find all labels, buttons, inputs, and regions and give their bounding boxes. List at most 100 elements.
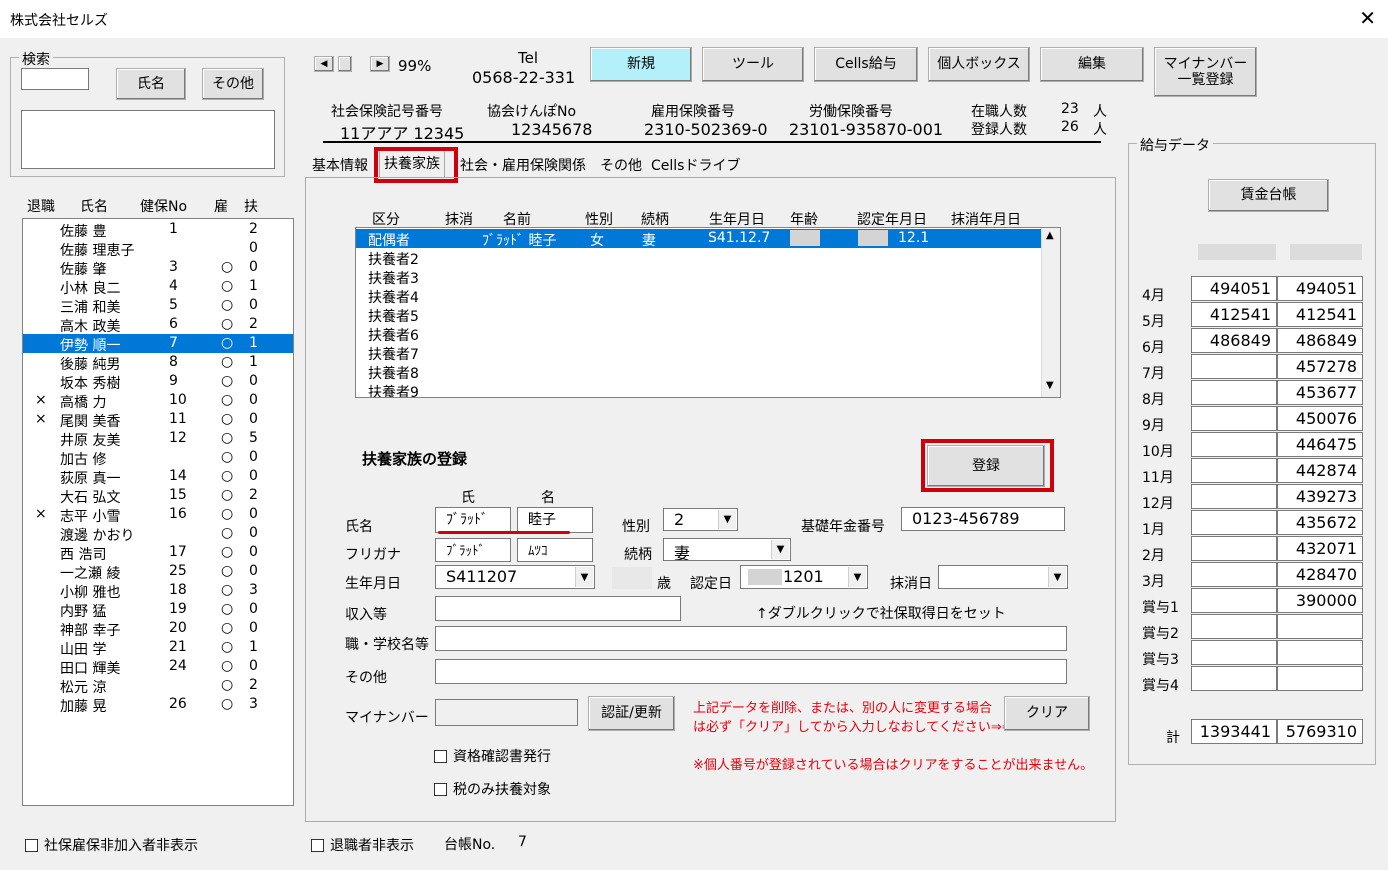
table-row[interactable]: 佐藤 理恵子 0 (23, 239, 293, 259)
table-row[interactable]: 一之瀬 綾 25 ○ 0 (23, 562, 293, 582)
salary-value-a[interactable] (1191, 484, 1277, 509)
table-row[interactable]: 神部 幸子 20 ○ 0 (23, 619, 293, 639)
list-item[interactable]: 扶養者9 (356, 381, 1041, 397)
table-row[interactable]: 伊勢 順一 7 ○ 1 (23, 334, 293, 354)
income-input[interactable] (435, 596, 681, 621)
table-row[interactable]: 加古 修 ○ 0 (23, 448, 293, 468)
table-row[interactable]: 渡邊 かおり ○ 0 (23, 524, 293, 544)
tab-insurance[interactable]: 社会・雇用保険関係 (456, 153, 590, 177)
salary-value-a[interactable] (1191, 510, 1277, 535)
table-row[interactable]: × 高橋 力 10 ○ 0 (23, 391, 293, 411)
table-row[interactable]: 後藤 純男 8 ○ 1 (23, 353, 293, 373)
salary-value-b[interactable] (1277, 666, 1363, 691)
salary-value-a[interactable] (1191, 406, 1277, 431)
school-input[interactable] (435, 626, 1067, 651)
new-button[interactable]: 新規 (590, 47, 692, 82)
salary-value-b[interactable]: 428470 (1277, 562, 1363, 587)
cert-checkbox[interactable]: 資格確認書発行 (434, 746, 551, 766)
dependents-list[interactable]: 配偶者 ﾌﾞﾗｯﾄﾞ 睦子 女 妻 S41.12.7 12.1 扶養者2 扶養者3 扶養者4 扶養… (355, 227, 1061, 398)
salary-value-a[interactable] (1191, 640, 1277, 665)
edit-button[interactable]: 編集 (1040, 47, 1144, 82)
personal-box-button[interactable]: 個人ボックス (928, 47, 1030, 82)
salary-value-a[interactable]: 486849 (1191, 328, 1277, 353)
tab-dependents[interactable]: 扶養家族 (379, 150, 445, 178)
tab-other[interactable]: その他 (596, 153, 646, 177)
table-row[interactable]: 佐藤 肇 3 ○ 0 (23, 258, 293, 278)
search-name-button[interactable]: 氏名 (116, 68, 186, 100)
tab-cells-drive[interactable]: Cellsドライブ (647, 153, 744, 177)
salary-value-b[interactable] (1277, 640, 1363, 665)
chevron-down-icon[interactable]: ▼ (771, 540, 789, 559)
other-input[interactable] (435, 659, 1067, 684)
tab-basic[interactable]: 基本情報 (308, 153, 372, 177)
list-item[interactable]: 配偶者 ﾌﾞﾗｯﾄﾞ 睦子 女 妻 S41.12.7 12.1 (356, 229, 1041, 249)
table-row[interactable]: 内野 猛 19 ○ 0 (23, 600, 293, 620)
salary-value-b[interactable]: 446475 (1277, 432, 1363, 457)
furigana-mei-input[interactable]: ﾑﾂｺ (517, 538, 593, 562)
employee-list[interactable]: 佐藤 豊 1 2 佐藤 理恵子 0 佐藤 肇 3 ○ 0 小林 良二 4 ○ 1 三浦 和美 5 ○ 0 高木 政… (22, 218, 294, 806)
mynumber-list-button[interactable]: マイナンバー 一覧登録 (1154, 47, 1257, 97)
scroll-down-icon[interactable]: ▼ (1046, 380, 1054, 391)
salary-value-b[interactable]: 453677 (1277, 380, 1363, 405)
salary-value-b[interactable]: 439273 (1277, 484, 1363, 509)
name-mei-input[interactable]: 睦子 (517, 507, 593, 533)
furigana-sei-input[interactable]: ﾌﾞﾗｯﾄﾞ (435, 538, 511, 562)
table-row[interactable]: 三浦 和美 5 ○ 0 (23, 296, 293, 316)
checkbox-box[interactable] (434, 782, 447, 796)
search-result-area[interactable] (21, 110, 275, 169)
table-row[interactable]: 井原 友美 12 ○ 5 (23, 429, 293, 449)
table-row[interactable]: 大石 弘文 15 ○ 2 (23, 486, 293, 506)
mynumber-input[interactable] (435, 699, 578, 726)
list-item[interactable]: 扶養者2 (356, 248, 1041, 268)
salary-value-a[interactable] (1191, 458, 1277, 483)
salary-value-b[interactable]: 442874 (1277, 458, 1363, 483)
pension-input[interactable]: 0123-456789 (901, 507, 1065, 531)
chevron-down-icon[interactable]: ▼ (1048, 567, 1066, 587)
chevron-down-icon[interactable]: ▼ (575, 567, 593, 587)
list-item[interactable]: 扶養者7 (356, 343, 1041, 363)
salary-value-a[interactable] (1191, 380, 1277, 405)
table-row[interactable]: 西 浩司 17 ○ 0 (23, 543, 293, 563)
search-other-button[interactable]: その他 (202, 68, 264, 100)
scroll-up-icon[interactable]: ▲ (1046, 230, 1054, 241)
checkbox-box[interactable] (434, 749, 447, 763)
list-item[interactable]: 扶養者6 (356, 324, 1041, 344)
list-item[interactable]: 扶養者8 (356, 362, 1041, 382)
table-row[interactable]: 加藤 晃 26 ○ 3 (23, 695, 293, 715)
salary-value-a[interactable] (1191, 588, 1277, 613)
cells-kyuyo-button[interactable]: Cells給与 (814, 47, 918, 82)
salary-value-a[interactable] (1191, 614, 1277, 639)
tax-checkbox[interactable]: 税のみ扶養対象 (434, 779, 551, 799)
birth-select[interactable]: S411207 ▼ (435, 565, 595, 589)
table-row[interactable]: 松元 涼 ○ 2 (23, 676, 293, 696)
salary-value-b[interactable]: 450076 (1277, 406, 1363, 431)
salary-value-a[interactable] (1191, 536, 1277, 561)
table-row[interactable]: × 志平 小雪 16 ○ 0 (23, 505, 293, 525)
list-item[interactable]: 扶養者4 (356, 286, 1041, 306)
sex-select[interactable]: 2 ▼ (663, 508, 738, 531)
wage-ledger-button[interactable]: 賃金台帳 (1208, 179, 1329, 212)
salary-value-b[interactable]: 412541 (1277, 302, 1363, 327)
chevron-down-icon[interactable]: ▼ (848, 567, 866, 587)
table-row[interactable]: 佐藤 豊 1 2 (23, 220, 293, 240)
checkbox-box[interactable] (311, 838, 324, 852)
scroll-right-button[interactable]: ▶ (370, 56, 390, 72)
relation-select[interactable]: 妻 ▼ (663, 538, 791, 561)
zoom-thumb[interactable] (338, 56, 352, 72)
salary-value-a[interactable] (1191, 666, 1277, 691)
salary-value-a[interactable] (1191, 432, 1277, 457)
salary-value-b[interactable] (1277, 614, 1363, 639)
register-button[interactable]: 登録 (927, 445, 1045, 487)
table-row[interactable]: 坂本 秀樹 9 ○ 0 (23, 372, 293, 392)
scroll-left-button[interactable]: ◀ (314, 56, 334, 72)
salary-value-a[interactable] (1191, 354, 1277, 379)
salary-total-a[interactable]: 1393441 (1191, 719, 1277, 744)
salary-value-b[interactable]: 486849 (1277, 328, 1363, 353)
salary-value-a[interactable]: 494051 (1191, 276, 1277, 301)
table-row[interactable]: 荻原 真一 14 ○ 0 (23, 467, 293, 487)
tool-button[interactable]: ツール (702, 47, 804, 82)
salary-value-b[interactable]: 457278 (1277, 354, 1363, 379)
chevron-down-icon[interactable]: ▼ (718, 510, 736, 529)
table-row[interactable]: 高木 政美 6 ○ 2 (23, 315, 293, 335)
list-item[interactable]: 扶養者3 (356, 267, 1041, 287)
